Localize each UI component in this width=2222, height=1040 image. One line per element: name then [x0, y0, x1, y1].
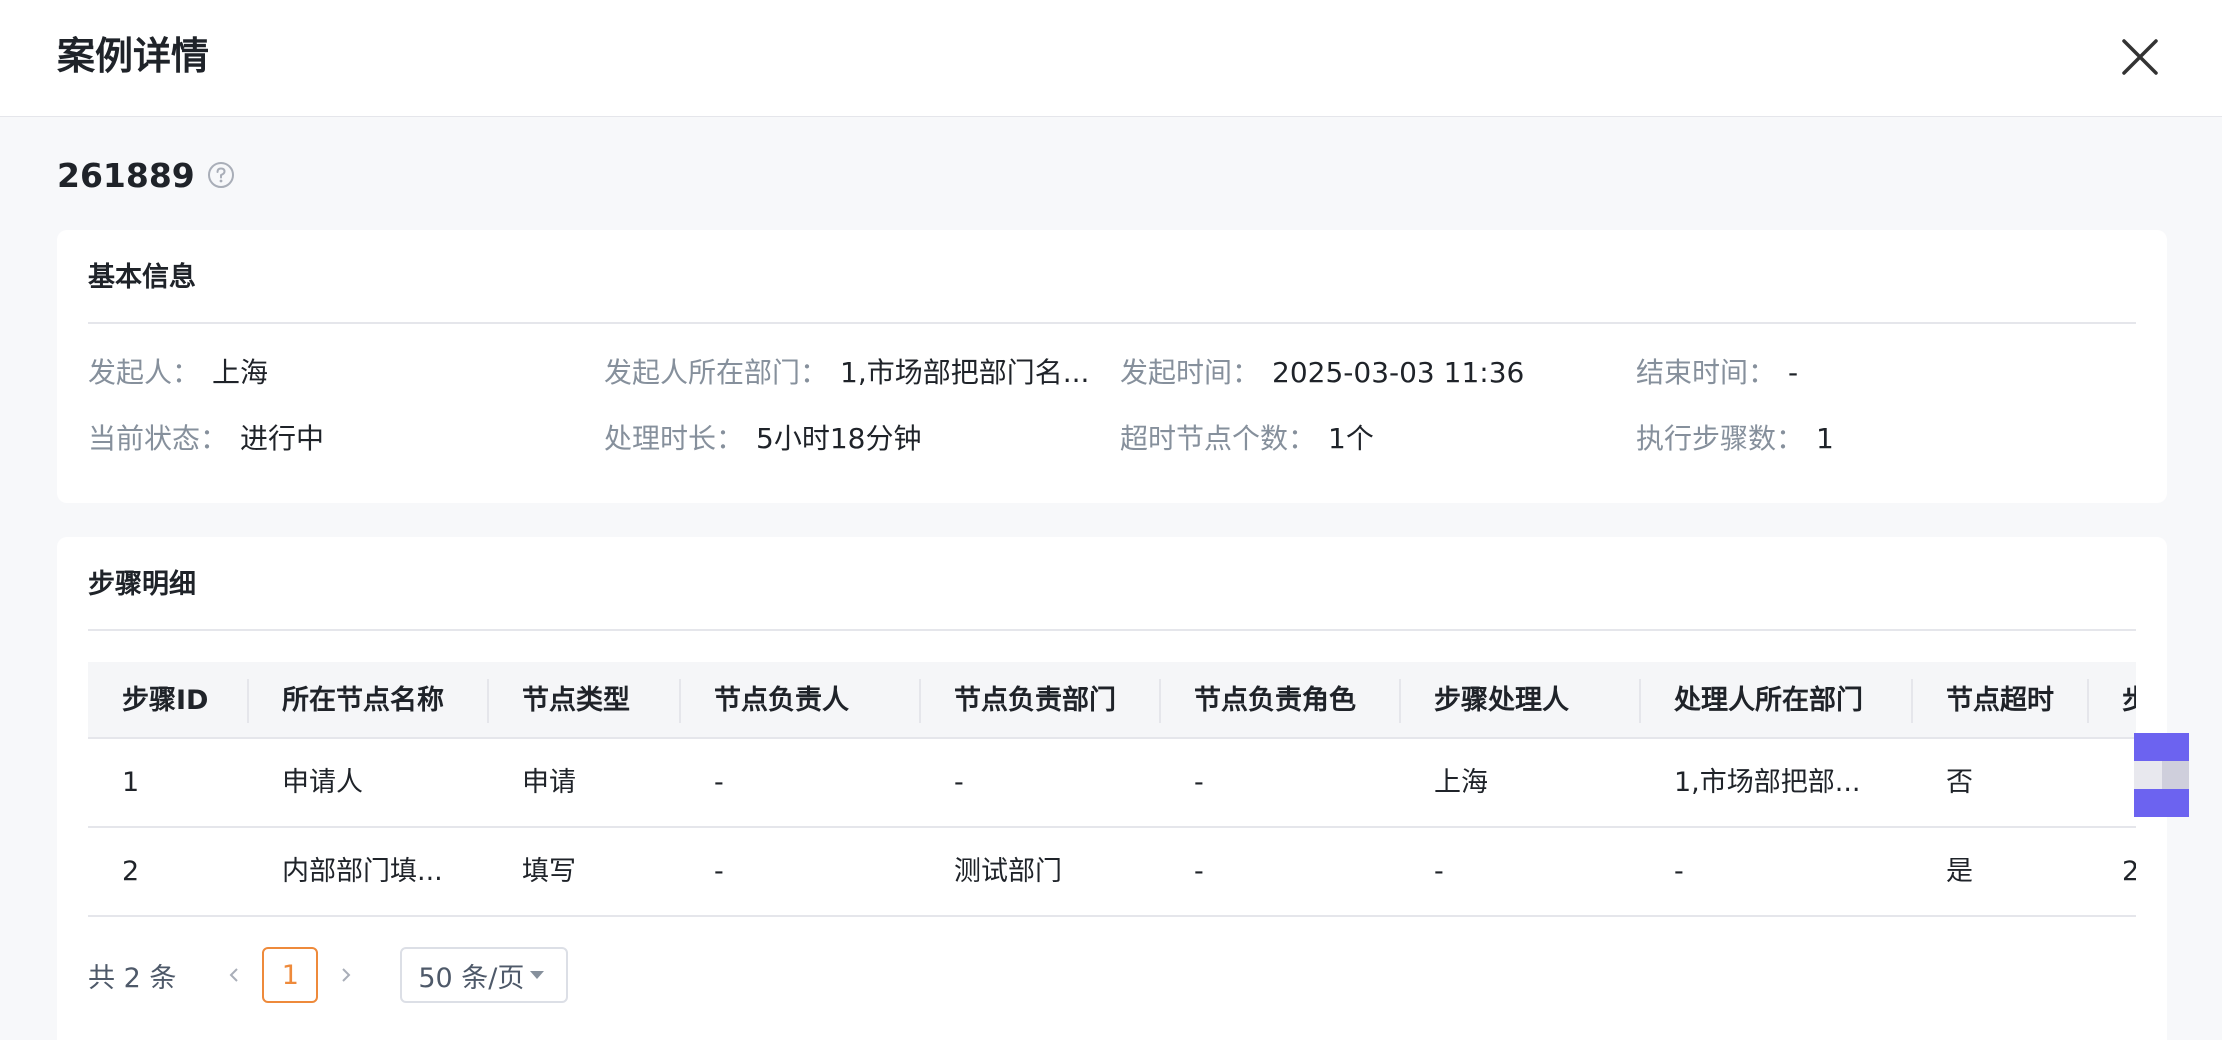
- pagination: 共 2 条 1 50 条/页: [88, 947, 569, 1003]
- info-label: 超时节点个数：: [1120, 422, 1317, 455]
- info-label: 结束时间：: [1636, 356, 1777, 389]
- info-initiator-dept: 发起人所在部门： 1,市场部把部门名...: [604, 353, 1089, 393]
- column-header[interactable]: 步骤ID: [88, 662, 248, 739]
- page-size-select[interactable]: 50 条/页: [400, 947, 569, 1003]
- help-icon[interactable]: [207, 161, 235, 189]
- table-cell: 是: [1946, 856, 1973, 887]
- info-label: 发起时间：: [1120, 356, 1261, 389]
- floating-widget[interactable]: [2134, 733, 2189, 817]
- info-value: 进行中: [240, 422, 325, 455]
- table-row[interactable]: 1 申请人 申请 - - - 上海 1,市场部把部... 否: [88, 739, 2136, 828]
- info-start-time: 发起时间： 2025-03-03 11:36: [1120, 353, 1524, 393]
- table-cell: 测试部门: [954, 856, 1062, 887]
- info-value: 上海: [212, 356, 269, 389]
- info-label: 发起人：: [88, 356, 201, 389]
- page-number-current[interactable]: 1: [262, 947, 319, 1003]
- info-label: 当前状态：: [88, 422, 229, 455]
- chevron-right-icon: [342, 968, 351, 982]
- info-value: 2025-03-03 11:36: [1272, 356, 1525, 389]
- caret-down-icon: [530, 971, 545, 979]
- widget-tile: [2162, 761, 2189, 789]
- column-header[interactable]: 节点超时: [1912, 662, 2088, 739]
- table-cell: 1,市场部把部...: [1674, 767, 1861, 798]
- next-page-button[interactable]: [328, 957, 364, 993]
- column-header[interactable]: 步骤处理人: [1400, 662, 1640, 739]
- column-header[interactable]: 节点负责部门: [920, 662, 1160, 739]
- close-icon: [2122, 39, 2158, 75]
- table-cell: 2: [122, 856, 140, 887]
- table-cell: 否: [1946, 767, 1973, 798]
- drawer-header: 案例详情: [0, 0, 2222, 117]
- table-cell: -: [1434, 856, 1444, 887]
- case-id-row: 261889: [57, 152, 235, 198]
- prev-page-button[interactable]: [216, 957, 252, 993]
- case-id: 261889: [57, 155, 195, 195]
- table-cell: -: [954, 767, 964, 798]
- table-cell: 2: [2122, 856, 2136, 887]
- info-value: 5小时18分钟: [756, 422, 922, 455]
- steps-table: 步骤ID 所在节点名称 节点类型 节点负责人 节点负责部门 节点负责角色 步骤处…: [88, 662, 2136, 952]
- table-cell: -: [714, 856, 724, 887]
- table-header: 步骤ID 所在节点名称 节点类型 节点负责人 节点负责部门 节点负责角色 步骤处…: [88, 662, 2136, 739]
- table-cell: 申请: [522, 767, 576, 798]
- table-cell: -: [1674, 856, 1684, 887]
- table-cell: [2088, 739, 2136, 826]
- info-label: 发起人所在部门：: [604, 356, 829, 389]
- divider: [88, 629, 2136, 631]
- column-header[interactable]: 节点负责角色: [1160, 662, 1400, 739]
- page-title: 案例详情: [57, 34, 210, 78]
- table-cell: -: [1194, 767, 1204, 798]
- widget-tile: [2134, 761, 2162, 789]
- table-cell: -: [1194, 856, 1204, 887]
- column-header[interactable]: 节点类型: [488, 662, 680, 739]
- info-value: 1,市场部把部门名...: [840, 356, 1090, 389]
- table-cell: 申请人: [282, 767, 363, 798]
- total-count: 共 2 条: [88, 962, 177, 994]
- info-step-count: 执行步骤数： 1: [1636, 419, 1834, 459]
- column-header[interactable]: 处理人所在部门: [1640, 662, 1912, 739]
- info-label: 执行步骤数：: [1636, 422, 1805, 455]
- column-header[interactable]: 所在节点名称: [248, 662, 488, 739]
- info-initiator: 发起人： 上海: [88, 353, 268, 393]
- column-header[interactable]: 节点负责人: [680, 662, 920, 739]
- info-timeout-nodes: 超时节点个数： 1个: [1120, 419, 1374, 459]
- page-size-value: 50 条/页: [418, 962, 525, 994]
- table-cell: -: [714, 767, 724, 798]
- table-cell: 上海: [1434, 767, 1488, 798]
- steps-title: 步骤明细: [88, 569, 196, 600]
- divider: [88, 322, 2136, 324]
- info-label: 处理时长：: [604, 422, 745, 455]
- info-duration: 处理时长： 5小时18分钟: [604, 419, 921, 459]
- table-row[interactable]: 2 内部部门填... 填写 - 测试部门 - - - 是 2: [88, 828, 2136, 917]
- table-cell: 1: [122, 767, 140, 798]
- basic-info-title: 基本信息: [88, 262, 196, 293]
- info-value: 1个: [1328, 422, 1374, 455]
- steps-card: 步骤明细 步骤ID 所在节点名称 节点类型 节点负责人 节点负责部门 节点负责角…: [57, 537, 2167, 1040]
- info-status: 当前状态： 进行中: [88, 419, 324, 459]
- basic-info-card: 基本信息 发起人： 上海 发起人所在部门： 1,市场部把部门名... 发起时间：…: [57, 230, 2167, 503]
- info-value: -: [1788, 356, 1799, 389]
- close-button[interactable]: [2118, 35, 2162, 79]
- table-cell: 内部部门填...: [282, 856, 443, 887]
- chevron-left-icon: [229, 968, 239, 982]
- info-end-time: 结束时间： -: [1636, 353, 1798, 393]
- table-cell: 填写: [522, 856, 576, 887]
- column-header[interactable]: 步: [2088, 662, 2136, 739]
- info-value: 1: [1816, 422, 1834, 455]
